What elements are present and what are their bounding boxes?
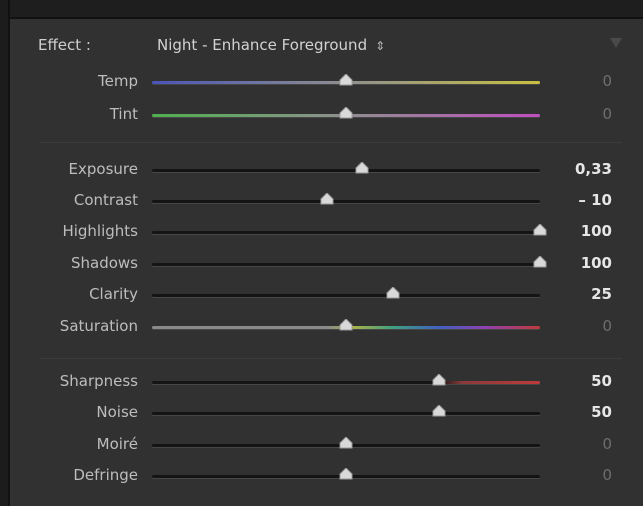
slider-label-saturation: Saturation: [59, 317, 138, 335]
effect-preset-name: Night - Enhance Foreground: [157, 36, 368, 54]
slider-thumb-sharpness[interactable]: [432, 374, 446, 386]
slider-row-moir: Moiré 0: [0, 432, 643, 458]
slider-thumb-temp[interactable]: [339, 74, 353, 86]
slider-thumb-noise[interactable]: [432, 405, 446, 417]
slider-row-contrast: Contrast – 10: [0, 188, 643, 214]
slider-value-moir[interactable]: 0: [570, 435, 612, 453]
slider-track-contrast[interactable]: [152, 200, 540, 203]
slider-label-shadows: Shadows: [70, 254, 138, 272]
slider-value-sharpness[interactable]: 50: [570, 372, 612, 390]
slider-track-highlights[interactable]: [152, 231, 540, 234]
slider-row-saturation: Saturation 0: [0, 314, 643, 340]
slider-label-defringe: Defringe: [73, 466, 138, 484]
slider-thumb-saturation[interactable]: [339, 319, 353, 331]
slider-thumb-moir[interactable]: [339, 437, 353, 449]
slider-thumb-highlights[interactable]: [533, 224, 547, 236]
up-down-arrows-icon: ⇕: [375, 39, 386, 53]
slider-row-sharpness: Sharpness 50: [0, 369, 643, 395]
slider-value-saturation[interactable]: 0: [570, 317, 612, 335]
slider-value-clarity[interactable]: 25: [570, 285, 612, 303]
slider-label-noise: Noise: [96, 403, 138, 421]
slider-row-exposure: Exposure 0,33: [0, 157, 643, 183]
slider-label-clarity: Clarity: [89, 285, 138, 303]
effect-preset-dropdown[interactable]: Night - Enhance Foreground ⇕: [157, 36, 385, 54]
slider-thumb-shadows[interactable]: [533, 256, 547, 268]
slider-track-clarity[interactable]: [152, 294, 540, 297]
slider-value-shadows[interactable]: 100: [570, 254, 612, 272]
slider-thumb-clarity[interactable]: [386, 287, 400, 299]
slider-value-defringe[interactable]: 0: [570, 466, 612, 484]
slider-value-tint[interactable]: 0: [570, 105, 612, 123]
adjustment-window: Effect : Night - Enhance Foreground ⇕ Tem…: [0, 0, 643, 506]
slider-row-temp: Temp 0: [0, 69, 643, 95]
slider-row-highlights: Highlights 100: [0, 219, 643, 245]
slider-row-defringe: Defringe 0: [0, 463, 643, 489]
slider-value-temp[interactable]: 0: [570, 72, 612, 90]
slider-label-tint: Tint: [109, 105, 138, 123]
slider-value-exposure[interactable]: 0,33: [570, 160, 612, 178]
slider-row-noise: Noise 50: [0, 400, 643, 426]
top-bar: [0, 0, 643, 18]
group-separator: [40, 142, 622, 143]
slider-track-noise[interactable]: [152, 412, 540, 415]
slider-track-shadows[interactable]: [152, 263, 540, 266]
slider-label-sharpness: Sharpness: [59, 372, 138, 390]
slider-thumb-tint[interactable]: [339, 107, 353, 119]
slider-value-contrast[interactable]: – 10: [570, 191, 612, 209]
slider-label-contrast: Contrast: [73, 191, 138, 209]
slider-thumb-defringe[interactable]: [339, 468, 353, 480]
slider-label-highlights: Highlights: [62, 222, 138, 240]
slider-value-noise[interactable]: 50: [570, 403, 612, 421]
slider-row-tint: Tint 0: [0, 102, 643, 128]
slider-row-shadows: Shadows 100: [0, 251, 643, 277]
slider-track-sharpness[interactable]: [152, 381, 540, 384]
slider-track-exposure[interactable]: [152, 169, 540, 172]
slider-thumb-contrast[interactable]: [320, 193, 334, 205]
slider-label-moir: Moiré: [96, 435, 138, 453]
effect-label: Effect :: [38, 36, 91, 54]
group-separator: [40, 358, 622, 359]
slider-thumb-exposure[interactable]: [355, 162, 369, 174]
slider-label-exposure: Exposure: [68, 160, 138, 178]
slider-row-clarity: Clarity 25: [0, 282, 643, 308]
collapse-triangle-icon[interactable]: [610, 38, 622, 48]
slider-label-temp: Temp: [98, 72, 138, 90]
slider-value-highlights[interactable]: 100: [570, 222, 612, 240]
